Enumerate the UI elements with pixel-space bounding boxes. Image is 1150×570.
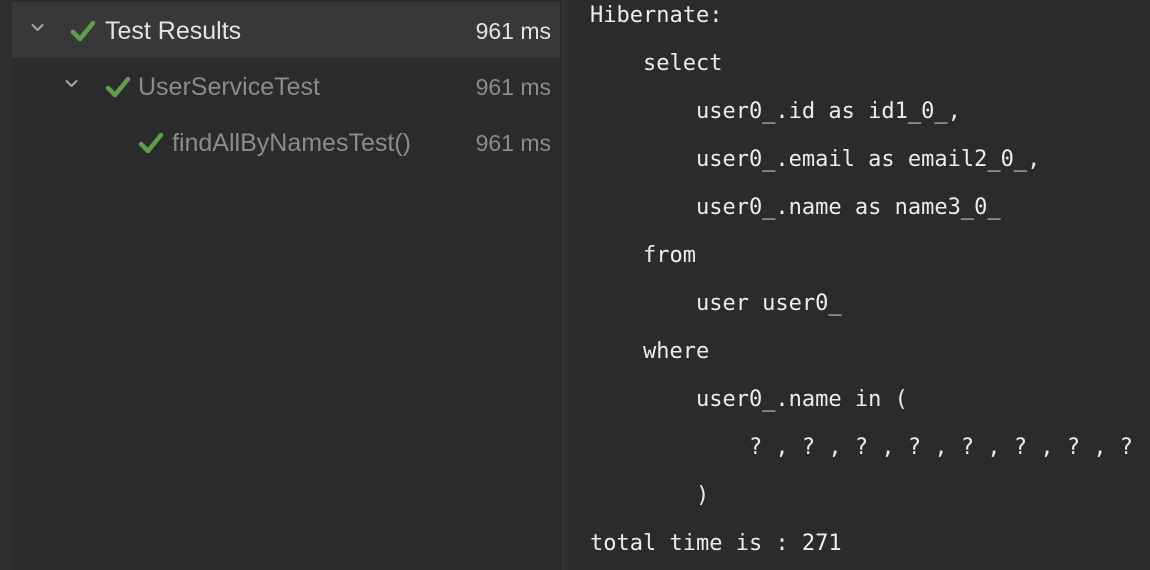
panel-splitter[interactable] bbox=[560, 0, 568, 570]
tree-row-label: UserServiceTest bbox=[138, 73, 320, 101]
console-output[interactable]: Hibernate: select user0_.id as id1_0_, u… bbox=[568, 0, 1150, 570]
console-line: Hibernate: bbox=[590, 3, 723, 28]
test-runner-window: Test Results 961 ms UserServiceTest 961 … bbox=[0, 0, 1150, 570]
check-icon bbox=[70, 20, 96, 42]
test-duration: 961 ms bbox=[475, 74, 551, 100]
console-line: user0_.id as id1_0_, bbox=[590, 99, 961, 124]
console-line: total time is : 271 bbox=[590, 531, 842, 556]
panel-gutter bbox=[0, 0, 12, 570]
console-line: select bbox=[590, 51, 723, 76]
check-icon bbox=[105, 76, 131, 98]
console-line: user0_.name as name3_0_ bbox=[590, 195, 1001, 220]
chevron-down-icon[interactable] bbox=[65, 77, 78, 90]
test-duration: 961 ms bbox=[475, 130, 551, 156]
tree-row-user-service-test[interactable]: UserServiceTest 961 ms bbox=[12, 58, 560, 114]
check-icon bbox=[138, 132, 164, 154]
console-line: user0_.email as email2_0_, bbox=[590, 147, 1041, 172]
console-line: from bbox=[590, 243, 696, 268]
chevron-down-icon[interactable] bbox=[31, 21, 44, 34]
tree-row-label: findAllByNamesTest() bbox=[172, 129, 411, 157]
console-line: ) bbox=[590, 483, 710, 508]
tree-row-test-results[interactable]: Test Results 961 ms bbox=[12, 2, 560, 58]
console-line: user user0_ bbox=[590, 291, 842, 316]
console-line: ? , ? , ? , ? , ? , ? , ? , ? , ? , ? bbox=[748, 435, 1150, 460]
tree-row-find-all-by-names-test[interactable]: findAllByNamesTest() 961 ms bbox=[12, 114, 560, 170]
test-duration: 961 ms bbox=[475, 18, 551, 44]
console-line: user0_.name in ( bbox=[590, 387, 908, 412]
console-line: where bbox=[590, 339, 710, 364]
tree-row-label: Test Results bbox=[105, 17, 242, 45]
test-results-tree: Test Results 961 ms UserServiceTest 961 … bbox=[0, 0, 560, 570]
